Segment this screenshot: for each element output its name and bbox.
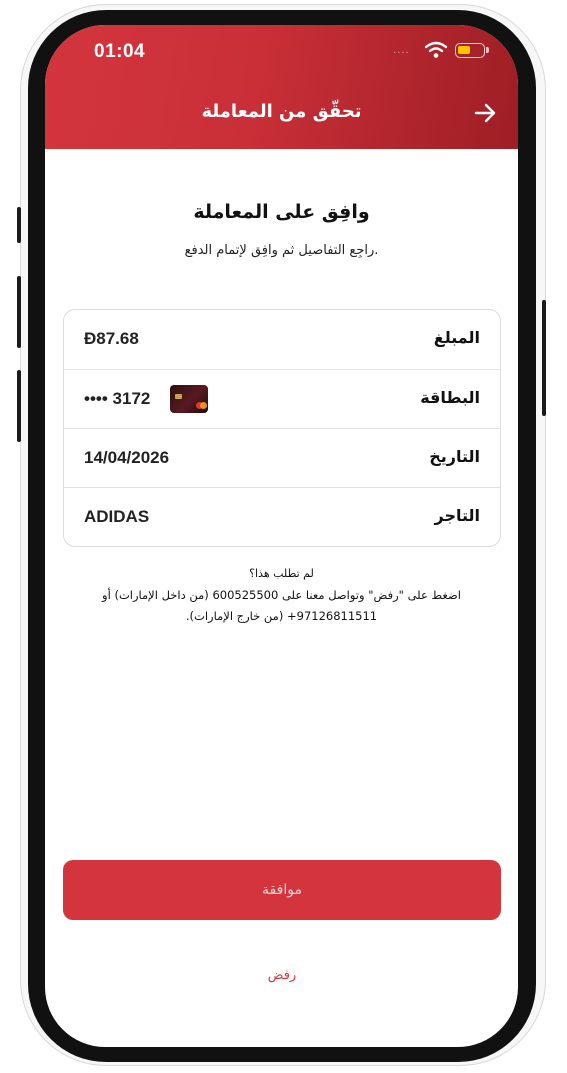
device-volume-down	[17, 370, 21, 442]
app-header: 01:04 .... تحقّق من المعاملة	[45, 25, 518, 149]
reject-button[interactable]: رفض	[245, 961, 319, 991]
detail-row-amount: المبلغ Ð87.68	[64, 310, 500, 369]
notice-title: لم تطلب هذا؟	[249, 567, 314, 580]
date-label: التاريخ	[429, 447, 480, 466]
detail-row-date: التاريخ 14/04/2026	[64, 428, 500, 488]
battery-tip	[486, 47, 489, 53]
card-number-value: •••• 3172	[84, 389, 151, 408]
battery-icon	[455, 43, 485, 58]
device-volume-up	[17, 276, 21, 348]
credit-card-icon	[170, 385, 208, 413]
phone-screen: 01:04 .... تحقّق من المعاملة وافِق على ا…	[45, 25, 518, 1047]
approve-button[interactable]: موافقة	[63, 860, 501, 920]
detail-row-merchant: التاجر ADIDAS	[64, 487, 500, 547]
merchant-value: ADIDAS	[84, 507, 150, 526]
arrow-right-icon[interactable]	[473, 101, 499, 125]
wifi-icon	[425, 41, 447, 58]
date-value: 14/04/2026	[84, 448, 170, 467]
status-time: 01:04	[94, 41, 146, 62]
notice-body: اضغط على "رفض" وتواصل معنا على 600525500…	[102, 588, 461, 623]
device-mute-switch	[17, 207, 21, 243]
amount-value: Ð87.68	[84, 329, 139, 348]
page-title: وافِق على المعاملة	[193, 201, 370, 223]
transaction-details-card: المبلغ Ð87.68 البطاقة •••• 3172 التاريخ …	[63, 309, 501, 547]
page-subtitle: راجِع التفاصيل ثم وافِق لإتمام الدفع.	[184, 243, 379, 258]
detail-row-card: البطاقة •••• 3172	[64, 369, 500, 429]
device-power-button	[542, 300, 546, 416]
header-title: تحقّق من المعاملة	[201, 101, 362, 122]
amount-label: المبلغ	[433, 328, 480, 347]
signal-icon: ....	[393, 45, 410, 56]
merchant-label: التاجر	[434, 506, 480, 525]
card-label: البطاقة	[420, 388, 480, 407]
